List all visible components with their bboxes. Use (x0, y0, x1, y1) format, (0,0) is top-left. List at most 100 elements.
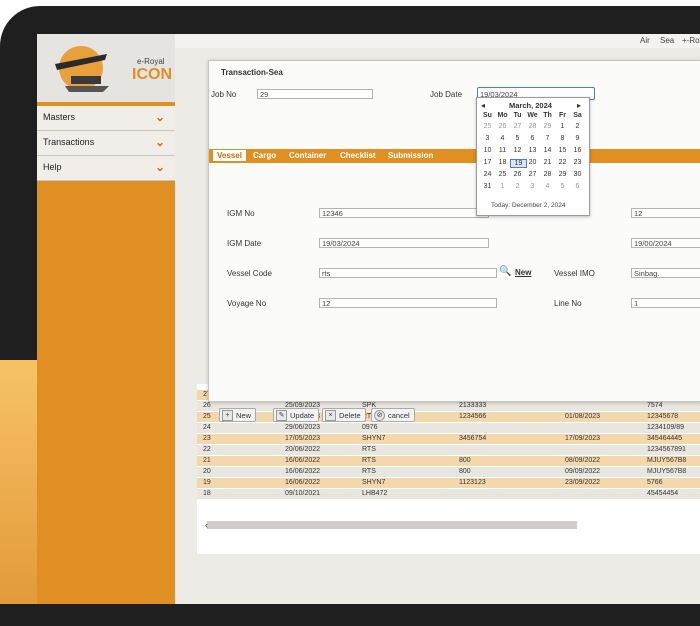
calendar-weekday: We (527, 112, 538, 119)
calendar-day[interactable]: 4 (540, 183, 555, 190)
calendar-day[interactable]: 10 (480, 147, 495, 154)
calendar-day[interactable]: 11 (495, 147, 510, 154)
calendar-day[interactable]: 7 (540, 135, 555, 142)
voyage-no-input[interactable]: 12 (319, 298, 497, 308)
sidebar: Masters ⌄ Transactions ⌄ Help ⌄ (37, 102, 175, 604)
calendar-day[interactable]: 31 (480, 183, 495, 190)
top-link-air[interactable]: Air (640, 36, 650, 45)
igm-date-input[interactable]: 19/03/2024 (319, 238, 489, 248)
igm-date-label: IGM Date (227, 239, 262, 248)
calendar-day[interactable]: 29 (540, 123, 555, 130)
sidebar-item-help[interactable]: Help ⌄ (37, 156, 175, 181)
table-row[interactable]: 22 20/06/2022 RTS 1234567891 (197, 445, 700, 455)
calendar-day[interactable]: 20 (525, 159, 540, 166)
table-cell: 21 (203, 457, 211, 464)
calendar-day[interactable]: 15 (555, 147, 570, 154)
chevron-down-icon: ⌄ (154, 135, 165, 149)
table-cell: 18 (203, 490, 211, 497)
voyage-no-label: Voyage No (227, 299, 267, 308)
sidebar-item-transactions[interactable]: Transactions ⌄ (37, 131, 175, 156)
prev-month-icon[interactable]: ◂ (481, 101, 485, 110)
calendar-day[interactable]: 1 (555, 123, 570, 130)
tab-container[interactable]: Container (289, 151, 326, 160)
calendar-day[interactable]: 25 (495, 171, 510, 178)
calendar-day[interactable]: 2 (510, 183, 525, 190)
table-row[interactable]: 23 17/05/2023 SHYN7 3456754 17/09/2023 345464… (197, 434, 700, 444)
table-cell: 25 (203, 413, 211, 420)
job-no-input[interactable]: 29 (257, 89, 373, 99)
calendar-day[interactable]: 22 (555, 159, 570, 166)
update-button[interactable]: ✎ Update (273, 408, 320, 422)
right-field-2[interactable]: 19/00/2024 (631, 238, 700, 248)
calendar-day[interactable]: 28 (540, 171, 555, 178)
new-vessel-link[interactable]: New (515, 268, 531, 277)
table-cell: RTS (362, 457, 376, 464)
calendar-day[interactable]: 17 (480, 159, 495, 166)
calendar-day[interactable]: 5 (555, 183, 570, 190)
add-icon: + (222, 410, 233, 421)
date-picker: ◂ March, 2024 ▸ Su Mo Tu We Th Fr Sa 25 26 27 28 2… (476, 97, 590, 216)
right-field-1[interactable]: 12 (631, 208, 700, 218)
table-row[interactable]: 18 09/10/2021 LHB472 45454454 (197, 489, 700, 499)
search-icon[interactable]: 🔍 (499, 266, 511, 277)
tab-submission[interactable]: Submission (388, 151, 433, 160)
calendar-day[interactable]: 6 (525, 135, 540, 142)
calendar-day[interactable]: 3 (525, 183, 540, 190)
calendar-day[interactable]: 27 (510, 123, 525, 130)
table-cell: RTS (362, 468, 376, 475)
calendar-day[interactable]: 12 (510, 147, 525, 154)
table-cell: 1123123 (459, 479, 486, 486)
calendar-day[interactable]: 23 (570, 159, 585, 166)
sidebar-item-masters[interactable]: Masters ⌄ (37, 106, 175, 131)
calendar-weekday: Sa (573, 112, 582, 119)
delete-icon: × (325, 410, 336, 421)
table-cell: 0976 (362, 424, 378, 431)
calendar-day[interactable]: 1 (495, 183, 510, 190)
table-row[interactable]: 19 16/06/2022 SHYN7 1123123 23/09/2022 5766 (197, 478, 700, 488)
calendar-day[interactable]: 4 (495, 135, 510, 142)
top-link-sea[interactable]: Sea (660, 36, 674, 45)
calendar-day[interactable]: 26 (495, 123, 510, 130)
calendar-day[interactable]: 21 (540, 159, 555, 166)
calendar-today-label[interactable]: Today: December 2, 2024 (491, 202, 565, 209)
calendar-day[interactable]: 14 (540, 147, 555, 154)
igm-no-input[interactable]: 12346 (319, 208, 489, 218)
calendar-day[interactable]: 28 (525, 123, 540, 130)
calendar-day[interactable]: 6 (570, 183, 585, 190)
delete-button[interactable]: × Delete (322, 408, 366, 422)
update-button-label: Update (290, 411, 315, 420)
vessel-code-input[interactable]: rts (319, 268, 497, 278)
table-cell: 23/09/2022 (565, 479, 601, 486)
calendar-day[interactable]: 16 (570, 147, 585, 154)
calendar-day[interactable]: 27 (525, 171, 540, 178)
calendar-day[interactable]: 8 (555, 135, 570, 142)
vessel-imo-input[interactable]: Sinbag. (631, 268, 700, 278)
tab-checklist[interactable]: Checklist (340, 151, 376, 160)
new-button[interactable]: + New (219, 408, 257, 422)
job-date-label: Job Date (430, 90, 463, 99)
calendar-day[interactable]: 9 (570, 135, 585, 142)
scroll-left-icon[interactable]: ‹ (205, 520, 208, 530)
tab-cargo[interactable]: Cargo (253, 151, 276, 160)
cancel-button[interactable]: ⊘ cancel (371, 408, 415, 422)
calendar-day[interactable]: 26 (510, 171, 525, 178)
calendar-day[interactable]: 24 (480, 171, 495, 178)
line-no-input[interactable]: 1 (631, 298, 700, 308)
calendar-day[interactable]: 2 (570, 123, 585, 130)
tab-vessel[interactable]: Vessel (213, 150, 246, 161)
calendar-day[interactable]: 5 (510, 135, 525, 142)
calendar-day[interactable]: 18 (495, 159, 510, 166)
table-row[interactable]: 24 29/06/2023 0976 1234109/89 (197, 423, 700, 433)
table-row[interactable]: 20 16/06/2022 RTS 800 09/09/2022 MJUY567B8 (197, 467, 700, 477)
job-no-label: Job No (211, 90, 237, 99)
calendar-day[interactable]: 3 (480, 135, 495, 142)
top-link-ro[interactable]: +-Ro (682, 36, 700, 45)
next-month-icon[interactable]: ▸ (577, 101, 581, 110)
calendar-day[interactable]: 29 (555, 171, 570, 178)
calendar-day[interactable]: 13 (525, 147, 540, 154)
calendar-day[interactable]: 25 (480, 123, 495, 130)
table-row[interactable]: 21 16/06/2022 RTS 800 08/09/2022 MJUY567B8 (197, 456, 700, 466)
horizontal-scrollbar[interactable] (207, 521, 577, 529)
background-decoration (0, 360, 37, 604)
calendar-day[interactable]: 30 (570, 171, 585, 178)
